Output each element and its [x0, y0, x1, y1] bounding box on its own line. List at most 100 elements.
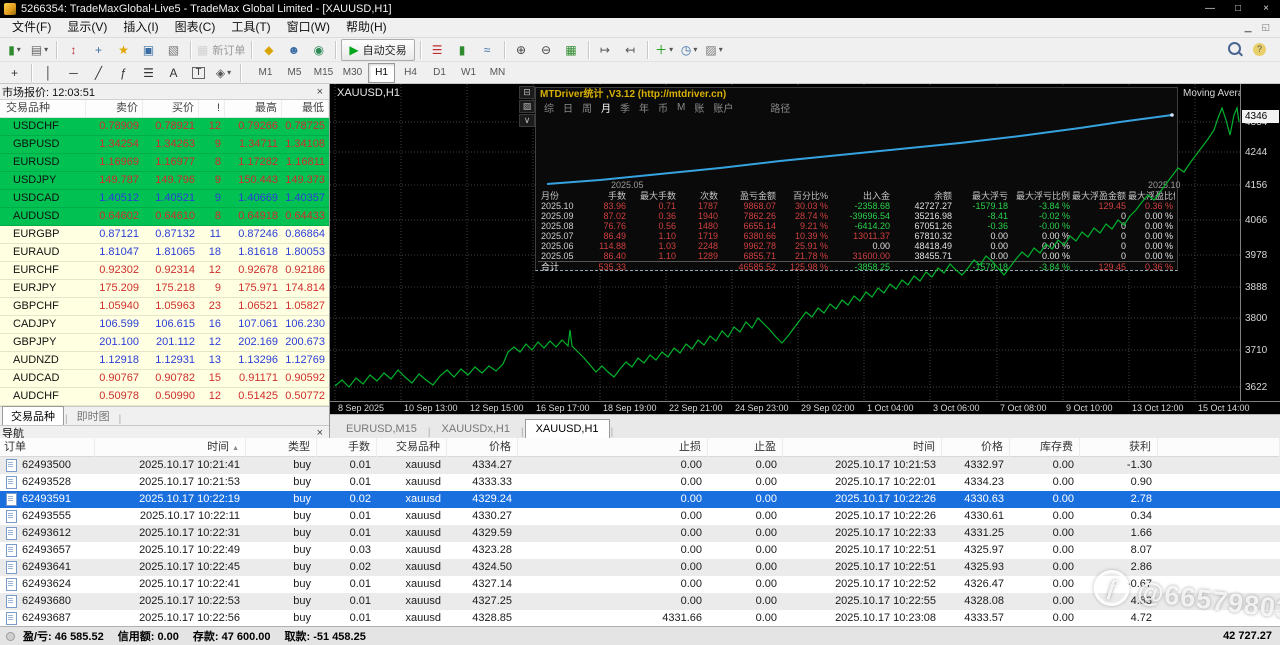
mtdriver-tab-M[interactable]: M	[677, 102, 685, 113]
shapes-button[interactable]: ◈▾	[212, 62, 235, 84]
fibonacci-button[interactable]: ƒ	[112, 62, 135, 84]
market-watch-row[interactable]: AUDCAD0.907670.90782150.911710.90592	[0, 370, 329, 388]
timeframe-m1[interactable]: M1	[252, 63, 279, 83]
new-order-button[interactable]: ▦新订单	[196, 39, 246, 61]
menu-item[interactable]: 插入(I)	[115, 18, 166, 37]
column-header[interactable]: 止盈	[708, 438, 783, 458]
menu-item[interactable]: 帮助(H)	[338, 18, 395, 37]
close-icon[interactable]: ×	[317, 427, 329, 438]
scroll-down-icon[interactable]: ∨	[519, 114, 535, 127]
column-header[interactable]: 订单	[0, 438, 95, 458]
market-watch-row[interactable]: EURJPY175.209175.2189175.971174.814	[0, 280, 329, 298]
tile-windows-button[interactable]: ▦	[560, 39, 583, 61]
text-button[interactable]: A	[162, 62, 185, 84]
new-chart-button[interactable]: ▮▾	[3, 39, 26, 61]
line-chart-button[interactable]: ≈	[476, 39, 499, 61]
mtdriver-tab-季[interactable]: 季	[620, 100, 630, 115]
time-axis[interactable]: 8 Sep 202510 Sep 13:0012 Sep 15:0016 Sep…	[330, 401, 1280, 414]
market-watch-toggle-button[interactable]: ↕	[62, 39, 85, 61]
trendline-button[interactable]: ╱	[87, 62, 110, 84]
profiles-button[interactable]: ▤▾	[28, 39, 51, 61]
mtdriver-tab-综[interactable]: 综	[544, 100, 554, 115]
column-header[interactable]: !	[199, 100, 225, 117]
market-watch-row[interactable]: EURUSD1.169691.1697781.172821.16811	[0, 154, 329, 172]
menu-item[interactable]: 图表(C)	[167, 18, 224, 37]
market-watch-row[interactable]: EURCHF0.923020.92314120.926780.92186	[0, 262, 329, 280]
column-header[interactable]: 获利	[1080, 438, 1158, 458]
help-icon[interactable]: ?	[1253, 43, 1266, 56]
market-watch-row[interactable]: GBPJPY201.100201.11212202.169200.673	[0, 334, 329, 352]
timeframe-m5[interactable]: M5	[281, 63, 308, 83]
mtdriver-tab-路径[interactable]: 路径	[770, 100, 790, 115]
column-header[interactable]: 最高	[225, 100, 282, 117]
chart-shift-button[interactable]: ↤	[619, 39, 642, 61]
column-header[interactable]: 卖价	[86, 100, 143, 117]
column-header[interactable]: 时间	[783, 438, 942, 458]
market-watch-row[interactable]: EURGBP0.871210.87132110.872460.86864	[0, 226, 329, 244]
mtdriver-tab-月[interactable]: 月	[601, 100, 611, 115]
horizontal-line-button[interactable]: ─	[62, 62, 85, 84]
order-row[interactable]: 624935002025.10.17 10:21:41buy0.01xauusd…	[0, 457, 1280, 474]
mtdriver-tab-年[interactable]: 年	[639, 100, 649, 115]
order-row[interactable]: 624935912025.10.17 10:22:19buy0.02xauusd…	[0, 491, 1280, 508]
vertical-line-button[interactable]: │	[37, 62, 60, 84]
chart-tab-XAUUSDx,H1[interactable]: XAUUSDx,H1	[432, 420, 520, 438]
timeframe-d1[interactable]: D1	[426, 63, 453, 83]
mtdriver-tab-账[interactable]: 账	[694, 100, 704, 115]
zoom-out-button[interactable]: ⊖	[535, 39, 558, 61]
timeframe-w1[interactable]: W1	[455, 63, 482, 83]
close-icon[interactable]: ×	[317, 86, 329, 98]
timeframe-m15[interactable]: M15	[310, 63, 337, 83]
child-restore-button[interactable]: ◱	[1261, 22, 1270, 33]
tab-交易品种[interactable]: 交易品种	[2, 406, 64, 425]
column-header[interactable]: 时间▲	[95, 438, 246, 458]
templates-button[interactable]: ▨▾	[703, 39, 726, 61]
price-axis[interactable]: 4346 43344244415640663978388838003710362…	[1240, 84, 1280, 401]
column-header[interactable]: 类型	[246, 438, 317, 458]
menu-item[interactable]: 工具(T)	[223, 18, 278, 37]
bar-chart-button[interactable]: ☰	[426, 39, 449, 61]
market-watch-row[interactable]: EURAUD1.810471.81065181.816181.80053	[0, 244, 329, 262]
search-button[interactable]	[1228, 42, 1241, 58]
indicators-list-button[interactable]: ＋▾	[653, 39, 676, 61]
column-header[interactable]: 买价	[143, 100, 199, 117]
timeframe-h4[interactable]: H4	[397, 63, 424, 83]
news-button[interactable]: ◉	[307, 39, 330, 61]
order-row[interactable]: 624936572025.10.17 10:22:49buy0.03xauusd…	[0, 542, 1280, 559]
strategy-tester-button[interactable]: ▧	[162, 39, 185, 61]
market-watch-row[interactable]: GBPUSD1.342541.3426391.347111.34108	[0, 136, 329, 154]
auto-scroll-button[interactable]: ↦	[594, 39, 617, 61]
maximize-button[interactable]: □	[1224, 0, 1252, 18]
options-experts-button[interactable]: ☻	[282, 39, 305, 61]
child-minimize-button[interactable]: ▁	[1245, 22, 1252, 33]
order-row[interactable]: 624936412025.10.17 10:22:45buy0.02xauusd…	[0, 559, 1280, 576]
chart-tab-XAUUSD,H1[interactable]: XAUUSD,H1	[525, 419, 610, 438]
column-header[interactable]: 最低	[282, 100, 329, 117]
autotrading-button[interactable]: ▶自动交易	[341, 39, 414, 61]
menu-item[interactable]: 窗口(W)	[279, 18, 338, 37]
menu-item[interactable]: 显示(V)	[59, 18, 115, 37]
minimized-window-icon[interactable]: ⊟	[519, 86, 535, 99]
column-header[interactable]: 止损	[518, 438, 708, 458]
mtdriver-tab-周[interactable]: 周	[582, 100, 592, 115]
candlestick-chart-button[interactable]: ▮	[451, 39, 474, 61]
market-watch-row[interactable]: AUDCHF0.509780.50990120.514250.50772	[0, 388, 329, 406]
close-button[interactable]: ×	[1252, 0, 1280, 18]
metaeditor-button[interactable]: ◆	[257, 39, 280, 61]
market-watch-row[interactable]: USDJPY149.787149.7969150.443149.373	[0, 172, 329, 190]
market-watch-row[interactable]: AUDNZD1.129181.12931131.132961.12769	[0, 352, 329, 370]
channel-button[interactable]: ☰	[137, 62, 160, 84]
chart-window[interactable]: XAUUSD,H1 Moving Average ☺ ⊟▨∨ MTDriver统…	[330, 84, 1280, 438]
mtdriver-tab-账户[interactable]: 账户	[713, 100, 733, 115]
navigator-toggle-button[interactable]: ★	[112, 39, 135, 61]
mtdriver-tab-币[interactable]: 币	[658, 100, 668, 115]
restore-window-icon[interactable]: ▨	[519, 100, 535, 113]
terminal-toggle-button[interactable]: ▣	[137, 39, 160, 61]
market-watch-row[interactable]: AUDUSD0.646020.6461080.649180.64433	[0, 208, 329, 226]
mtdriver-tab-日[interactable]: 日	[563, 100, 573, 115]
order-row[interactable]: 624936802025.10.17 10:22:53buy0.01xauusd…	[0, 593, 1280, 610]
column-header[interactable]: 价格	[447, 438, 518, 458]
crosshair-button[interactable]: +	[3, 62, 26, 84]
order-row[interactable]: 624936242025.10.17 10:22:41buy0.01xauusd…	[0, 576, 1280, 593]
periods-list-button[interactable]: ◷▾	[678, 39, 701, 61]
